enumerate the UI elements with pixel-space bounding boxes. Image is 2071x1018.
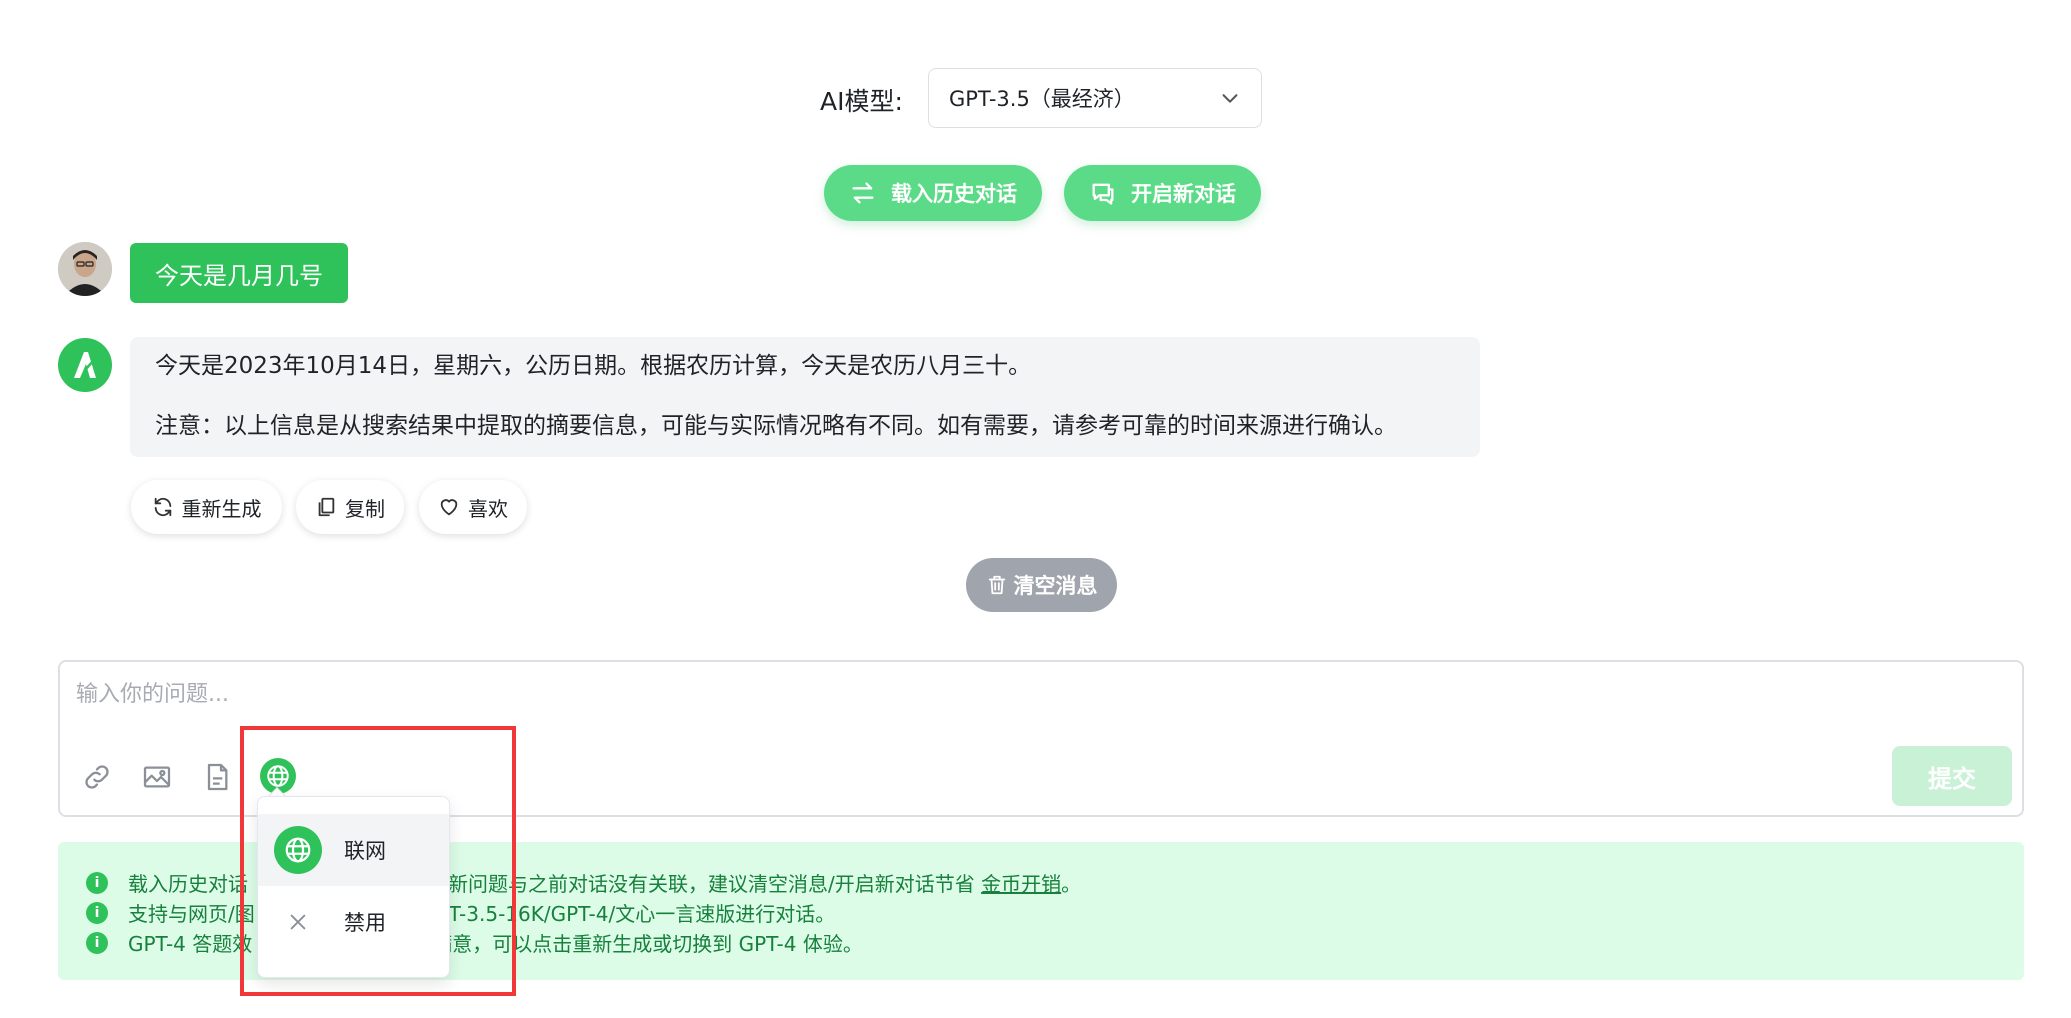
clear-messages-button[interactable]: 清空消息: [966, 558, 1117, 612]
bot-message-bubble: 今天是2023年10月14日，星期六，公历日期。根据农历计算，今天是农历八月三十…: [130, 337, 1480, 457]
like-label: 喜欢: [468, 496, 508, 521]
copy-button[interactable]: 复制: [296, 480, 404, 534]
chevron-down-icon: [1222, 94, 1238, 103]
clear-messages-label: 清空消息: [1013, 574, 1098, 598]
bot-message-line: 今天是2023年10月14日，星期六，公历日期。根据农历计算，今天是农历八月三十…: [155, 353, 1032, 379]
regenerate-button[interactable]: 重新生成: [131, 480, 282, 534]
chat-bubble-icon: [1092, 183, 1114, 205]
info-line: i 载入历史对话 换，如果新问题与之前对话没有关联，建议清空消息/开启新对话节省 …: [86, 868, 1081, 897]
info-text-part: 。: [1061, 872, 1082, 896]
question-input-placeholder[interactable]: 输入你的问题...: [76, 676, 229, 708]
load-history-label: 载入历史对话: [891, 182, 1017, 206]
load-history-button[interactable]: 载入历史对话: [824, 165, 1042, 221]
info-text-part: GPT-4 答题效: [128, 932, 253, 956]
model-select-value: GPT-3.5（最经济）: [949, 87, 1135, 111]
info-icon: i: [86, 901, 108, 924]
refresh-icon: [154, 497, 171, 517]
bot-avatar: [58, 338, 112, 392]
user-message-bubble: 今天是几月几号: [130, 243, 348, 303]
copy-label: 复制: [345, 496, 385, 521]
highlight-box: [240, 726, 516, 996]
swap-icon: [852, 182, 874, 204]
new-chat-label: 开启新对话: [1131, 182, 1236, 206]
regenerate-label: 重新生成: [181, 496, 262, 521]
coin-cost-link[interactable]: 金币开销: [981, 872, 1061, 896]
info-icon: i: [86, 931, 108, 954]
info-text-part: 支持与网页/图: [128, 902, 255, 926]
trash-icon: [988, 575, 1005, 595]
link-icon[interactable]: [80, 760, 114, 794]
model-select[interactable]: GPT-3.5（最经济）: [928, 68, 1262, 128]
copy-icon: [318, 497, 335, 517]
file-icon[interactable]: [200, 760, 234, 794]
user-avatar: [58, 242, 112, 296]
info-icon: i: [86, 871, 108, 894]
new-chat-button[interactable]: 开启新对话: [1064, 165, 1261, 221]
heart-icon: [440, 499, 458, 516]
bot-message-line: 注意：以上信息是从搜索结果中提取的摘要信息，可能与实际情况略有不同。如有需要，请…: [155, 413, 1397, 439]
bot-logo-icon: [74, 352, 96, 378]
like-button[interactable]: 喜欢: [419, 480, 527, 534]
submit-button[interactable]: 提交: [1892, 746, 2012, 806]
info-text-part: 载入历史对话: [128, 872, 248, 896]
model-label: AI模型:: [820, 87, 903, 116]
image-icon[interactable]: [140, 760, 174, 794]
